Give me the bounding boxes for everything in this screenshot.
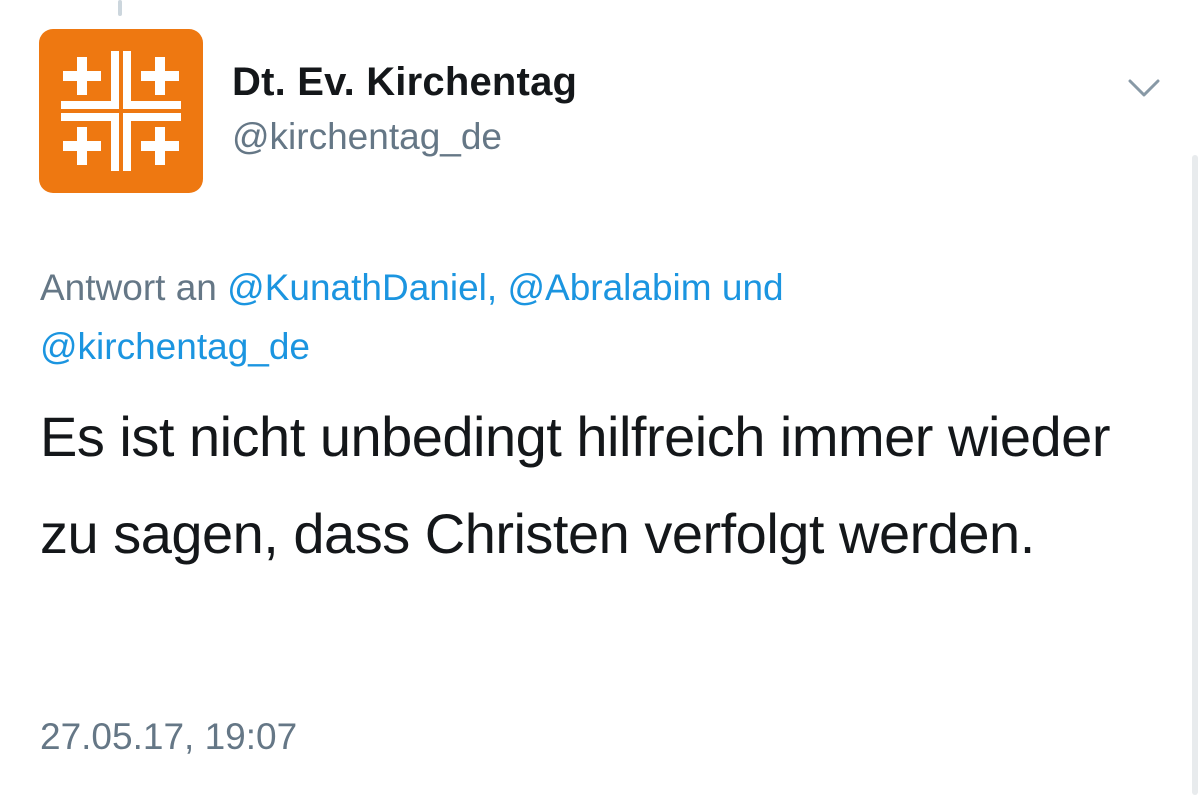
reply-conjunction: und	[721, 267, 784, 308]
tweet-timestamp[interactable]: 27.05.17, 19:07	[40, 716, 297, 758]
avatar[interactable]	[39, 29, 203, 193]
author-handle[interactable]: @kirchentag_de	[232, 116, 502, 158]
scrollbar[interactable]	[1192, 155, 1198, 795]
jerusalem-cross-logo-icon	[61, 51, 181, 171]
reply-context: Antwort an @KunathDaniel, @Abralabim und…	[40, 258, 1120, 376]
tweet-text: Es ist nicht unbedingt hilfreich immer w…	[40, 405, 1110, 565]
mention-link[interactable]: @KunathDaniel,	[227, 267, 497, 308]
tweet-menu-button[interactable]	[1124, 68, 1164, 108]
mention-link[interactable]: @kirchentag_de	[40, 326, 310, 367]
author-display-name[interactable]: Dt. Ev. Kirchentag	[232, 60, 577, 105]
mention-link[interactable]: @Abralabim	[507, 267, 711, 308]
chevron-down-icon	[1128, 79, 1160, 97]
reply-prefix: Antwort an	[40, 267, 217, 308]
thread-connector-line	[118, 0, 122, 16]
